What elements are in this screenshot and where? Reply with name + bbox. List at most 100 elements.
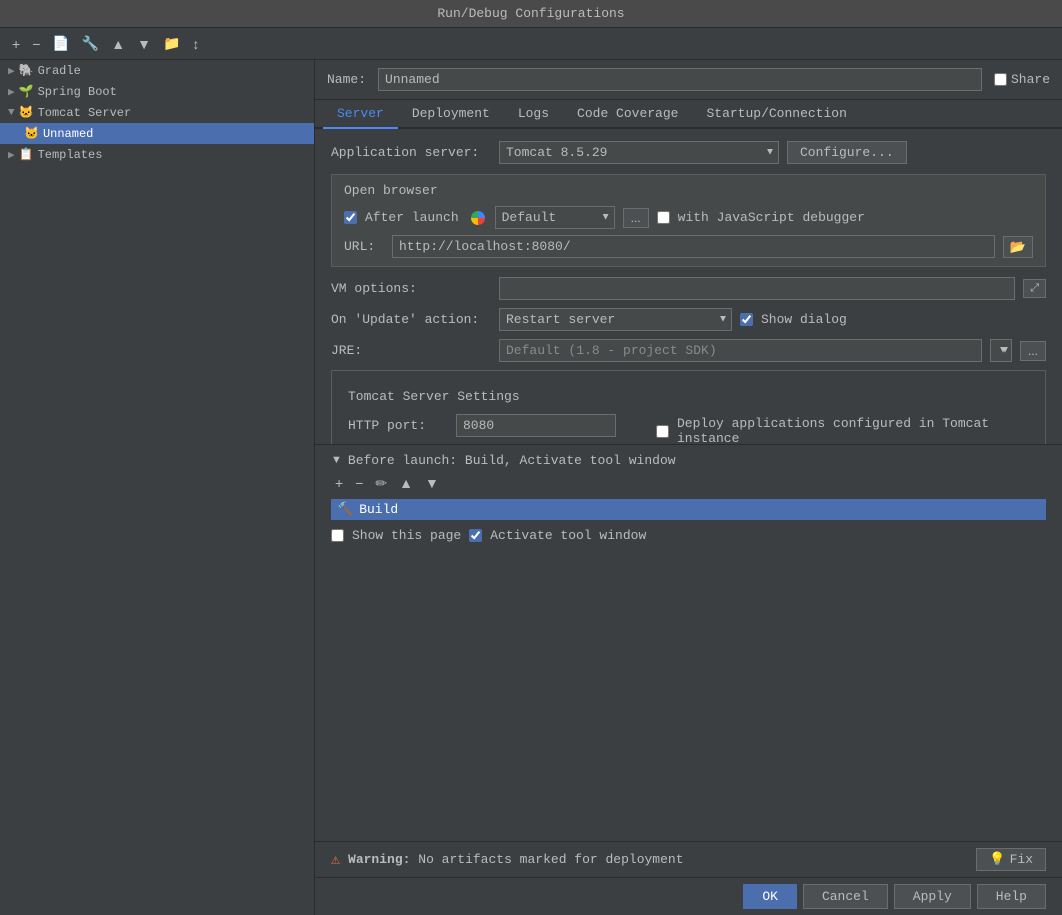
- settings-button[interactable]: 🔧: [78, 33, 103, 54]
- vm-options-label: VM options:: [331, 281, 491, 296]
- before-launch-remove-button[interactable]: −: [351, 474, 367, 493]
- on-update-select-wrapper: Restart server Update classes and resour…: [499, 308, 732, 331]
- jre-browse-button[interactable]: ...: [1020, 341, 1046, 361]
- js-debugger-checkbox[interactable]: [657, 211, 670, 224]
- templates-icon: 📋: [19, 147, 34, 162]
- show-page-checkbox[interactable]: [331, 529, 344, 542]
- before-launch-edit-button[interactable]: ✏: [371, 474, 391, 493]
- browser-select[interactable]: Default Chrome Firefox: [495, 206, 615, 229]
- deploy-apps-checkbox[interactable]: [656, 425, 669, 438]
- app-server-row: Application server: Tomcat 8.5.29 Config…: [331, 141, 1046, 164]
- warning-label: Warning:: [348, 852, 410, 867]
- on-update-select[interactable]: Restart server Update classes and resour…: [499, 308, 732, 331]
- move-up-button[interactable]: ▲: [107, 34, 129, 54]
- url-folder-button[interactable]: 📂: [1003, 236, 1033, 258]
- remove-button[interactable]: −: [28, 34, 44, 54]
- url-label: URL:: [344, 239, 384, 254]
- port-settings-column: HTTP port: HTTPs port: JMX port: AJ: [348, 414, 616, 444]
- tab-deployment[interactable]: Deployment: [398, 100, 504, 129]
- name-input[interactable]: [378, 68, 982, 91]
- vm-options-expand-button[interactable]: ⤢: [1023, 279, 1046, 298]
- http-port-input[interactable]: [456, 414, 616, 437]
- unnamed-icon: 🐱: [24, 126, 39, 141]
- on-update-label: On 'Update' action:: [331, 312, 491, 327]
- activate-window-label: Activate tool window: [490, 528, 646, 543]
- jre-dropdown[interactable]: [990, 339, 1012, 362]
- tabs-row: Server Deployment Logs Code Coverage Sta…: [315, 100, 1062, 129]
- activate-window-checkbox[interactable]: [469, 529, 482, 542]
- sidebar-label-spring-boot: Spring Boot: [38, 85, 117, 99]
- show-dialog-label: Show dialog: [761, 312, 847, 327]
- expand-icon-tomcat: ▼: [8, 107, 15, 119]
- sidebar-item-spring-boot[interactable]: ▶ 🌱 Spring Boot: [0, 81, 314, 102]
- share-checkbox[interactable]: [994, 73, 1007, 86]
- deploy-apps-label: Deploy applications configured in Tomcat…: [677, 416, 1029, 444]
- configure-button[interactable]: Configure...: [787, 141, 907, 164]
- before-launch-up-button[interactable]: ▲: [395, 474, 417, 493]
- folder-button[interactable]: 📁: [159, 33, 184, 54]
- sidebar-item-templates[interactable]: ▶ 📋 Templates: [0, 144, 314, 165]
- on-update-row: On 'Update' action: Restart server Updat…: [331, 308, 1046, 331]
- move-down-button[interactable]: ▼: [133, 34, 155, 54]
- before-launch-label: Before launch: Build, Activate tool wind…: [348, 453, 676, 468]
- sidebar-item-unnamed[interactable]: 🐱 Unnamed: [0, 123, 314, 144]
- fix-button[interactable]: 💡 Fix: [976, 848, 1046, 871]
- add-button[interactable]: +: [8, 34, 24, 54]
- sort-button[interactable]: ↕: [188, 34, 203, 54]
- js-debugger-label: with JavaScript debugger: [678, 210, 865, 225]
- vm-options-input[interactable]: [499, 277, 1015, 300]
- jre-label: JRE:: [331, 343, 491, 358]
- content-area: Name: Share Server Deployment Logs Code …: [315, 60, 1062, 915]
- before-launch-add-button[interactable]: +: [331, 474, 347, 493]
- build-item[interactable]: 🔨 Build: [331, 499, 1046, 520]
- apply-button[interactable]: Apply: [894, 884, 971, 909]
- main-layout: ▶ 🐘 Gradle ▶ 🌱 Spring Boot ▼ 🐱 Tomcat Se…: [0, 60, 1062, 915]
- chrome-icon: [471, 211, 485, 225]
- warning-text: Warning: No artifacts marked for deploym…: [348, 852, 968, 867]
- app-server-select[interactable]: Tomcat 8.5.29: [499, 141, 779, 164]
- sidebar-item-gradle[interactable]: ▶ 🐘 Gradle: [0, 60, 314, 81]
- build-icon: 🔨: [337, 502, 353, 517]
- jre-select-wrapper: ▼: [990, 339, 1012, 362]
- expand-icon-spring: ▶: [8, 85, 15, 99]
- expand-icon-templates: ▶: [8, 148, 15, 162]
- tab-server[interactable]: Server: [323, 100, 398, 129]
- title-bar: Run/Debug Configurations: [0, 0, 1062, 28]
- ok-button[interactable]: OK: [743, 884, 797, 909]
- sidebar-item-tomcat-server[interactable]: ▼ 🐱 Tomcat Server: [0, 102, 314, 123]
- browser-icon: [471, 210, 487, 225]
- after-launch-checkbox[interactable]: [344, 211, 357, 224]
- fix-icon: 💡: [989, 852, 1005, 867]
- server-panel: Application server: Tomcat 8.5.29 Config…: [315, 129, 1062, 444]
- browser-dots-button[interactable]: ...: [623, 208, 649, 228]
- share-label: Share: [1011, 72, 1050, 87]
- sidebar-label-unnamed: Unnamed: [43, 127, 93, 141]
- deploy-apps-row: Deploy applications configured in Tomcat…: [656, 416, 1029, 444]
- browser-select-wrapper: Default Chrome Firefox: [495, 206, 615, 229]
- tomcat-settings-title: Tomcat Server Settings: [348, 389, 1029, 404]
- before-launch-toggle[interactable]: ▼: [331, 454, 342, 466]
- cancel-button[interactable]: Cancel: [803, 884, 888, 909]
- warning-icon: ⚠: [331, 850, 340, 869]
- tab-startup[interactable]: Startup/Connection: [692, 100, 860, 129]
- build-label: Build: [359, 502, 398, 517]
- before-launch-down-button[interactable]: ▼: [421, 474, 443, 493]
- help-button[interactable]: Help: [977, 884, 1046, 909]
- deploy-settings-column: Deploy applications configured in Tomcat…: [656, 414, 1029, 444]
- jre-input[interactable]: [499, 339, 982, 362]
- spacer: [315, 551, 1062, 842]
- tomcat-icon: 🐱: [19, 105, 34, 120]
- show-page-row: Show this page Activate tool window: [331, 528, 1046, 543]
- show-dialog-checkbox[interactable]: [740, 313, 753, 326]
- copy-button[interactable]: 📄: [48, 33, 73, 54]
- bottom-buttons-bar: OK Cancel Apply Help: [315, 877, 1062, 915]
- name-row: Name: Share: [315, 60, 1062, 100]
- tab-code-coverage[interactable]: Code Coverage: [563, 100, 692, 129]
- url-input[interactable]: [392, 235, 995, 258]
- sidebar-label-gradle: Gradle: [38, 64, 81, 78]
- warning-bar: ⚠ Warning: No artifacts marked for deplo…: [315, 841, 1062, 877]
- tab-logs[interactable]: Logs: [504, 100, 563, 129]
- sidebar-label-tomcat-server: Tomcat Server: [38, 106, 132, 120]
- before-launch-header: ▼ Before launch: Build, Activate tool wi…: [331, 453, 1046, 468]
- show-page-label: Show this page: [352, 528, 461, 543]
